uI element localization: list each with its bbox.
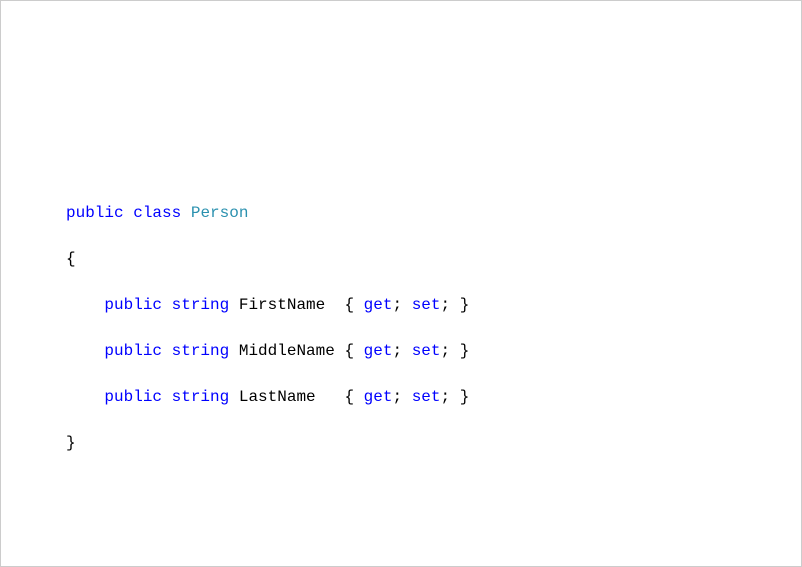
- property-name: FirstName: [239, 296, 335, 314]
- code-line-4: public string MiddleName { get; set; }: [66, 340, 469, 363]
- keyword-public: public: [66, 204, 124, 222]
- code-line-6: }: [66, 432, 469, 455]
- keyword-string: string: [172, 388, 230, 406]
- type-name: Person: [191, 204, 249, 222]
- keyword-public: public: [104, 296, 162, 314]
- brace-open: {: [66, 250, 76, 268]
- code-line-5: public string LastName { get; set; }: [66, 386, 469, 409]
- keyword-set: set: [412, 296, 441, 314]
- code-block: public class Person { public string Firs…: [66, 179, 469, 478]
- property-name: MiddleName: [239, 342, 335, 360]
- code-line-2: {: [66, 248, 469, 271]
- code-line-3: public string FirstName { get; set; }: [66, 294, 469, 317]
- keyword-get: get: [364, 296, 393, 314]
- keyword-string: string: [172, 342, 230, 360]
- property-name: LastName: [239, 388, 335, 406]
- keyword-set: set: [412, 388, 441, 406]
- code-line-1: public class Person: [66, 202, 469, 225]
- brace-close: }: [66, 434, 76, 452]
- keyword-public: public: [104, 388, 162, 406]
- keyword-get: get: [364, 342, 393, 360]
- keyword-set: set: [412, 342, 441, 360]
- keyword-public: public: [104, 342, 162, 360]
- keyword-string: string: [172, 296, 230, 314]
- keyword-class: class: [133, 204, 181, 222]
- keyword-get: get: [364, 388, 393, 406]
